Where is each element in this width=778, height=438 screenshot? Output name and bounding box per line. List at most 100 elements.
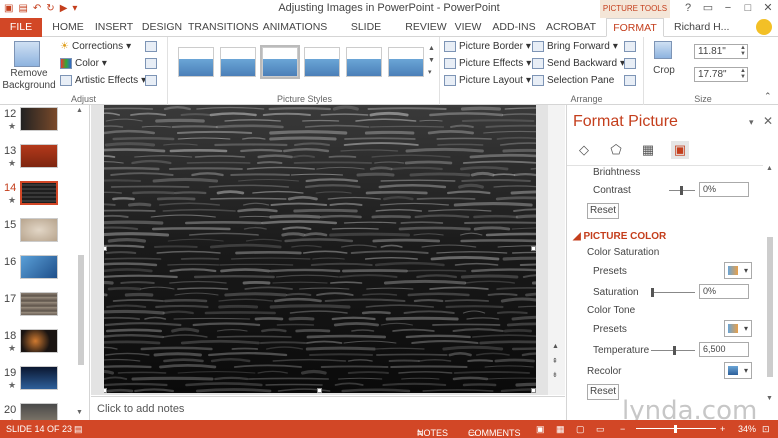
size-properties-icon[interactable]: ▦ [639, 141, 657, 159]
slide-canvas[interactable] [104, 105, 536, 393]
align-button[interactable] [624, 41, 636, 52]
tab-home[interactable]: HOME [48, 18, 88, 37]
help-button[interactable]: ? [678, 0, 698, 18]
selection-pane-button[interactable]: Selection Pane [532, 75, 614, 86]
slide-thumbnail[interactable]: 18 ★ [0, 327, 88, 361]
picture-color-section[interactable]: ◢ PICTURE COLOR [573, 231, 666, 242]
resize-handle[interactable] [104, 246, 107, 251]
saturation-presets-dropdown[interactable]: ▾ [724, 262, 752, 279]
send-backward-button[interactable]: Send Backward ▾ [532, 58, 625, 69]
shape-width-input[interactable]: 17.78" ▲ ▼ [694, 67, 748, 82]
scroll-thumb[interactable] [767, 237, 773, 377]
resize-handle[interactable] [317, 388, 322, 393]
scroll-down-icon[interactable]: ▼ [76, 409, 83, 416]
reading-view-icon[interactable]: ▢ [576, 424, 585, 435]
picture-style-2[interactable] [220, 47, 256, 77]
avatar[interactable] [756, 19, 772, 35]
picture-style-4[interactable] [304, 47, 340, 77]
water-picture[interactable] [104, 105, 536, 393]
zoom-level[interactable]: 34% [738, 424, 756, 434]
styles-scroll[interactable]: ▲ ▼ ▾ [428, 43, 435, 79]
minimize-button[interactable]: − [718, 0, 738, 18]
saturation-slider[interactable] [651, 288, 695, 297]
picture-style-1[interactable] [178, 47, 214, 77]
reset-button[interactable]: Reset [587, 384, 619, 400]
fill-line-icon[interactable]: ◇ [575, 141, 593, 159]
picture-icon[interactable]: ▣ [671, 141, 689, 159]
tab-animations[interactable]: ANIMATIONS [262, 18, 328, 37]
slideshow-view-icon[interactable]: ▭ [596, 424, 605, 435]
slide-thumbnail[interactable]: 17 [0, 290, 88, 324]
thumbnail-scrollbar[interactable]: ▲ ▼ [76, 105, 86, 420]
bring-forward-button[interactable]: Bring Forward ▾ [532, 41, 618, 52]
zoom-slider-thumb[interactable] [674, 425, 677, 433]
rotate-button[interactable] [624, 75, 636, 86]
resize-handle[interactable] [531, 246, 536, 251]
temperature-input[interactable]: 6,500 [699, 342, 749, 357]
collapse-ribbon-icon[interactable]: ⌃ [764, 91, 772, 102]
scroll-down-icon[interactable]: ▼ [766, 395, 773, 402]
scroll-up-icon[interactable]: ▲ [76, 107, 83, 114]
maximize-button[interactable]: □ [738, 0, 758, 18]
tab-review[interactable]: REVIEW [404, 18, 448, 37]
tab-format[interactable]: FORMAT [606, 18, 664, 37]
slider-thumb[interactable] [673, 346, 676, 355]
picture-style-5[interactable] [346, 47, 382, 77]
scroll-up-icon[interactable]: ▲ [766, 165, 773, 172]
slide-thumbnail[interactable]: 16 [0, 253, 88, 287]
ribbon-display-button[interactable]: ▭ [698, 0, 718, 18]
fit-slide-icon[interactable]: ⊡ [762, 424, 770, 435]
remove-background-button[interactable]: Remove Background [2, 37, 56, 93]
slider-thumb[interactable] [680, 186, 683, 195]
slide-thumbnail[interactable]: 12 ★ [0, 105, 88, 139]
spell-check-icon[interactable]: ▤ [74, 424, 83, 435]
contrast-input[interactable]: 0% [699, 182, 749, 197]
shape-height-input[interactable]: 11.81" ▲ ▼ [694, 44, 748, 59]
picture-border-button[interactable]: Picture Border ▾ [444, 41, 531, 52]
tab-file[interactable]: FILE [0, 18, 42, 37]
tab-insert[interactable]: INSERT [92, 18, 136, 37]
scroll-up-icon[interactable]: ▲ [552, 343, 559, 350]
tab-transitions[interactable]: TRANSITIONS [188, 18, 259, 37]
reset-button[interactable]: Reset [587, 203, 619, 219]
zoom-out-icon[interactable]: − [620, 424, 625, 434]
group-button[interactable] [624, 58, 636, 69]
tone-presets-dropdown[interactable]: ▾ [724, 320, 752, 337]
slide-thumbnail[interactable]: 14 ★ [0, 179, 88, 213]
change-picture-button[interactable] [145, 58, 157, 69]
slide-thumbnail[interactable]: 13 ★ [0, 142, 88, 176]
reset-picture-button[interactable] [145, 75, 157, 86]
contrast-slider[interactable] [669, 186, 695, 195]
tab-design[interactable]: DESIGN [140, 18, 184, 37]
zoom-in-icon[interactable]: + [720, 424, 725, 434]
picture-effects-button[interactable]: Picture Effects ▾ [444, 58, 531, 69]
effects-icon[interactable]: ⬠ [607, 141, 625, 159]
picture-style-6[interactable] [388, 47, 424, 77]
tab-slide-show[interactable]: SLIDE SHOW [334, 18, 398, 52]
pane-options-icon[interactable]: ▾ [749, 117, 754, 128]
compress-pictures-button[interactable] [145, 41, 157, 52]
corrections-button[interactable]: ☀ Corrections ▾ [60, 41, 131, 52]
editing-scrollbar[interactable]: ▲ ⇞ ⇟ [548, 105, 565, 395]
resize-handle[interactable] [531, 388, 536, 393]
pane-scrollbar[interactable]: ▲ ▼ [763, 165, 777, 415]
slide-thumbnail[interactable]: 19 ★ [0, 364, 88, 398]
picture-layout-button[interactable]: Picture Layout ▾ [444, 75, 531, 86]
slide-sorter-icon[interactable]: ▦ [556, 424, 565, 435]
picture-style-3[interactable] [260, 45, 300, 79]
resize-handle[interactable] [104, 388, 107, 393]
artistic-effects-button[interactable]: Artistic Effects ▾ [60, 75, 146, 86]
crop-button[interactable]: Crop [650, 39, 678, 89]
scroll-thumb[interactable] [78, 255, 84, 365]
temperature-slider[interactable] [651, 346, 695, 355]
tab-add-ins[interactable]: ADD-INS [490, 18, 538, 37]
recolor-dropdown[interactable]: ▾ [724, 362, 752, 379]
spin-arrows-icon[interactable]: ▲ ▼ [740, 45, 746, 57]
next-slide-icon[interactable]: ⇟ [552, 371, 558, 379]
saturation-input[interactable]: 0% [699, 284, 749, 299]
spin-arrows-icon[interactable]: ▲ ▼ [740, 68, 746, 80]
slide-thumbnail[interactable]: 15 [0, 216, 88, 250]
pane-close-icon[interactable]: ✕ [763, 114, 773, 128]
normal-view-icon[interactable]: ▣ [536, 424, 545, 435]
tab-acrobat[interactable]: ACROBAT [544, 18, 598, 37]
